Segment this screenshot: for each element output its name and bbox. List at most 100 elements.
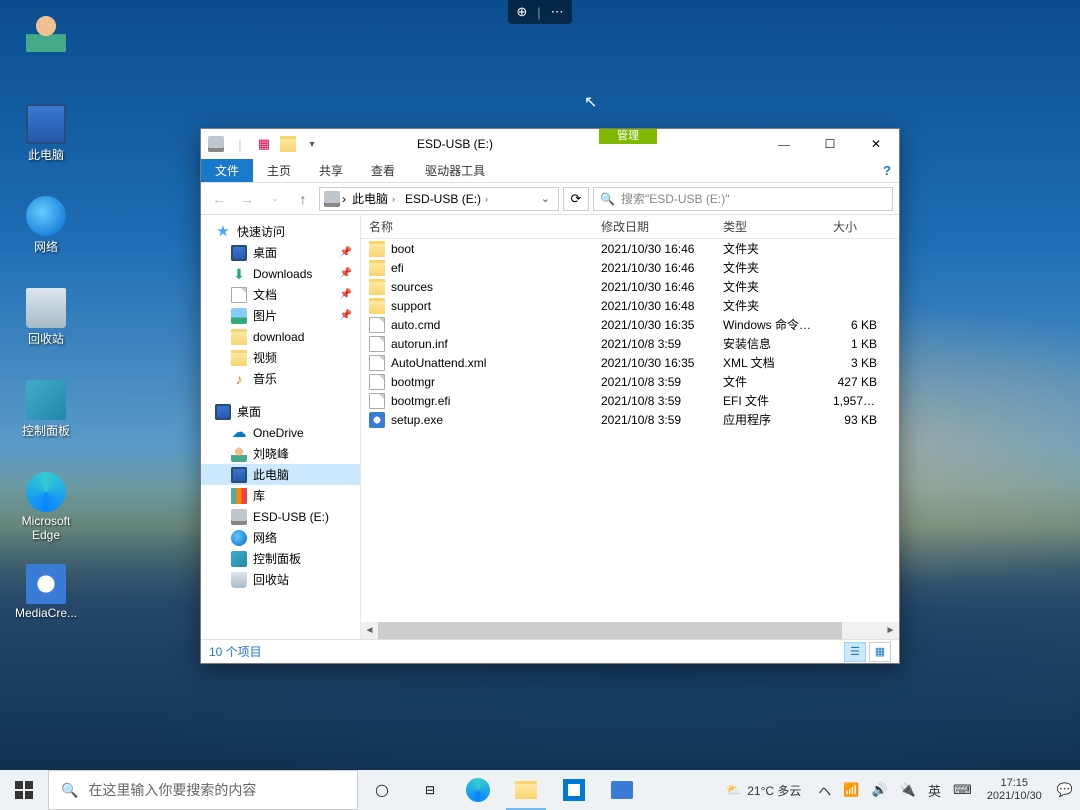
nav-item-文档[interactable]: 文档📌 [201,284,360,305]
nav-item-刘晓峰[interactable]: 刘晓峰 [201,443,360,464]
file-row[interactable]: AutoUnattend.xml2021/10/30 16:35XML 文档3 … [361,353,899,372]
zoom-icon[interactable]: ⊕ [516,4,527,20]
file-row[interactable]: boot2021/10/30 16:46文件夹 [361,239,899,258]
ribbon-tab-view[interactable]: 查看 [357,159,409,182]
column-date[interactable]: 修改日期 [593,215,715,238]
scroll-right-icon[interactable]: ► [882,625,899,636]
ribbon-tab-share[interactable]: 共享 [305,159,357,182]
nav-recent-icon[interactable]: ⌄ [263,187,287,211]
nav-up-button[interactable]: ↑ [291,187,315,211]
file-row[interactable]: auto.cmd2021/10/30 16:35Windows 命令脚本6 KB [361,315,899,334]
tray-ime-mode[interactable]: 英 [923,770,946,810]
nav-item-音乐[interactable]: ♪音乐 [201,368,360,389]
desktop-icon-控制面板[interactable]: 控制面板 [8,380,84,439]
view-details-button[interactable]: ☰ [844,642,866,662]
action-center-icon[interactable]: 💬 [1052,770,1078,810]
ribbon-tab-drivetools[interactable]: 驱动器工具 [411,159,499,182]
desktop-icon-user[interactable] [8,12,84,54]
horizontal-scrollbar[interactable]: ◄ ► [361,622,899,639]
file-row[interactable]: support2021/10/30 16:48文件夹 [361,296,899,315]
file-pane: 名称 修改日期 类型 大小 boot2021/10/30 16:46文件夹efi… [361,215,899,639]
nav-forward-button[interactable]: → [235,187,259,211]
breadcrumb-drive[interactable]: ESD-USB (E:)› [401,188,492,210]
tray-keyboard-icon[interactable]: ⌨ [948,770,977,810]
file-row[interactable]: bootmgr.efi2021/10/8 3:59EFI 文件1,957 KB [361,391,899,410]
desktop-icon-网络[interactable]: 网络 [8,196,84,255]
more-icon[interactable]: ⋯ [551,4,564,20]
column-size[interactable]: 大小 [825,215,897,238]
file-row[interactable]: bootmgr2021/10/8 3:59文件427 KB [361,372,899,391]
breadcrumb-pc[interactable]: 此电脑› [348,188,399,210]
nav-back-button[interactable]: ← [207,187,231,211]
nav-item-桌面[interactable]: 桌面 [201,401,360,422]
qat-drive-icon[interactable] [205,133,227,155]
address-dropdown-icon[interactable]: ⌄ [537,192,554,205]
search-icon: 🔍 [61,782,78,799]
monitor-icon [231,245,247,261]
help-button[interactable]: ? [875,159,899,182]
file-row[interactable]: efi2021/10/30 16:46文件夹 [361,258,899,277]
tray-power-icon[interactable]: 🔌 [895,770,921,810]
desktop-icon-回收站[interactable]: 回收站 [8,288,84,347]
taskbar-app-icon[interactable] [598,770,646,810]
drive-icon [231,509,247,525]
taskbar-store-icon[interactable] [550,770,598,810]
task-view-button[interactable]: ◯ [358,770,406,810]
nav-item-桌面[interactable]: 桌面📌 [201,242,360,263]
nav-pane[interactable]: ★快速访问桌面📌⬇Downloads📌文档📌图片📌download视频♪音乐桌面… [201,215,361,639]
file-list[interactable]: boot2021/10/30 16:46文件夹efi2021/10/30 16:… [361,239,899,622]
search-input[interactable]: 🔍 搜索"ESD-USB (E:)" [593,187,893,211]
search-icon: 🔍 [600,192,615,206]
nav-item-download[interactable]: download [201,326,360,347]
close-button[interactable]: ✕ [853,129,899,159]
nav-item-库[interactable]: 库 [201,485,360,506]
desktop-icon-Microsoft Edge[interactable]: Microsoft Edge [8,472,84,542]
nav-item-OneDrive[interactable]: ☁OneDrive [201,422,360,443]
file-row[interactable]: autorun.inf2021/10/8 3:59安装信息1 KB [361,334,899,353]
column-name[interactable]: 名称 [361,215,593,238]
minimize-button[interactable]: — [761,129,807,159]
nav-item-控制面板[interactable]: 控制面板 [201,548,360,569]
window-title: ESD-USB (E:) [327,137,761,151]
nav-item-此电脑[interactable]: 此电脑 [201,464,360,485]
nav-item-ESD-USB (E:)[interactable]: ESD-USB (E:) [201,506,360,527]
tray-overflow-icon[interactable]: ヘ [813,770,836,810]
desktop-icon-此电脑[interactable]: 此电脑 [8,104,84,163]
pic-icon [231,308,247,324]
taskbar-weather[interactable]: ⛅ 21°C 多云 [716,782,811,799]
nav-item-回收站[interactable]: 回收站 [201,569,360,590]
titlebar[interactable]: | ▦ ▾ ESD-USB (E:) — ☐ ✕ [201,129,899,159]
cortana-button[interactable]: ⊟ [406,770,454,810]
cloud-icon: ☁ [231,425,247,441]
start-button[interactable] [0,770,48,810]
qat-folder-icon[interactable] [277,133,299,155]
screenshot-toolbar[interactable]: ⊕ | ⋯ [508,0,572,24]
refresh-button[interactable]: ⟳ [563,187,589,211]
desktop-icon-MediaCre...[interactable]: MediaCre... [8,564,84,620]
column-type[interactable]: 类型 [715,215,825,238]
taskbar-search-input[interactable]: 🔍 在这里输入你要搜索的内容 [48,770,358,810]
nav-item-视频[interactable]: 视频 [201,347,360,368]
desktop[interactable]: 此电脑网络回收站控制面板Microsoft EdgeMediaCre... ⊕ … [0,0,1080,810]
nav-item-Downloads[interactable]: ⬇Downloads📌 [201,263,360,284]
maximize-button[interactable]: ☐ [807,129,853,159]
qat-properties-icon[interactable]: ▦ [253,133,275,155]
tray-volume-icon[interactable]: 🔊 [867,770,893,810]
scroll-thumb[interactable] [378,622,842,639]
ribbon-tab-file[interactable]: 文件 [201,159,253,182]
chevron-right-icon[interactable]: › [342,192,346,206]
tray-network-icon[interactable]: 📶 [838,770,864,810]
qat-customize-icon[interactable]: ▾ [301,133,323,155]
nav-item-网络[interactable]: 网络 [201,527,360,548]
address-bar[interactable]: › 此电脑› ESD-USB (E:)› ⌄ [319,187,559,211]
view-icons-button[interactable]: ▦ [869,642,891,662]
nav-item-快速访问[interactable]: ★快速访问 [201,221,360,242]
scroll-left-icon[interactable]: ◄ [361,625,378,636]
ribbon-tab-home[interactable]: 主页 [253,159,305,182]
nav-item-图片[interactable]: 图片📌 [201,305,360,326]
taskbar-clock[interactable]: 17:152021/10/30 [979,777,1050,803]
file-row[interactable]: sources2021/10/30 16:46文件夹 [361,277,899,296]
taskbar-explorer-icon[interactable] [502,770,550,810]
file-row[interactable]: setup.exe2021/10/8 3:59应用程序93 KB [361,410,899,429]
taskbar-edge-icon[interactable] [454,770,502,810]
